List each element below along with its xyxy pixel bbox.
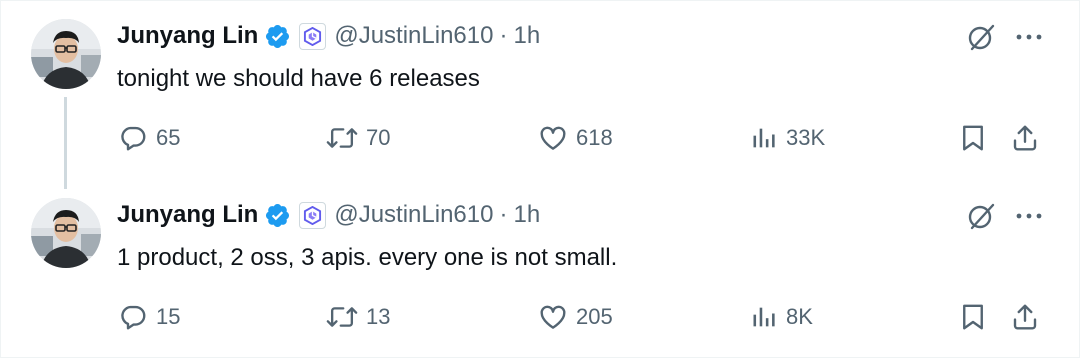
more-icon[interactable]	[1014, 203, 1044, 229]
retweet-count: 70	[366, 125, 391, 150]
views-button[interactable]: 33K	[750, 120, 825, 156]
like-button[interactable]: 618	[538, 120, 613, 156]
tweet-header: Junyang Lin @JustinLin610 · 1h	[117, 198, 540, 232]
tweet-actions: 65 70 618 33K	[0, 120, 1080, 156]
reply-icon	[121, 126, 146, 151]
tweet-text: tonight we should have 6 releases	[117, 65, 480, 92]
display-name[interactable]: Junyang Lin	[117, 22, 258, 50]
qwen-logo-icon[interactable]	[299, 201, 327, 229]
grok-icon[interactable]	[966, 22, 996, 52]
reply-button[interactable]: 65	[118, 120, 180, 156]
views-icon	[753, 128, 775, 148]
separator-dot: ·	[499, 201, 508, 228]
heart-icon	[540, 305, 566, 329]
qwen-logo-icon[interactable]	[299, 22, 327, 50]
reply-count: 65	[156, 125, 181, 150]
separator-dot: ·	[499, 22, 508, 49]
views-button[interactable]: 8K	[750, 299, 813, 335]
verified-badge-icon	[264, 23, 291, 50]
views-icon	[753, 307, 775, 327]
retweet-icon	[326, 128, 358, 148]
view-count: 33K	[786, 125, 826, 150]
timestamp[interactable]: 1h	[513, 201, 540, 229]
display-name[interactable]: Junyang Lin	[117, 201, 258, 229]
like-count: 205	[576, 304, 613, 329]
verified-badge-icon	[264, 202, 291, 229]
bookmark-button[interactable]	[958, 120, 988, 156]
grok-icon[interactable]	[966, 201, 996, 231]
like-count: 618	[576, 125, 613, 150]
tweet-header: Junyang Lin @JustinLin610 · 1h	[117, 19, 540, 53]
timestamp[interactable]: 1h	[513, 22, 540, 50]
reply-button[interactable]: 15	[118, 299, 180, 335]
retweet-count: 13	[366, 304, 391, 329]
like-button[interactable]: 205	[538, 299, 613, 335]
bookmark-icon	[963, 125, 983, 151]
bookmark-icon	[963, 304, 983, 330]
reply-count: 15	[156, 304, 181, 329]
heart-icon	[540, 126, 566, 150]
avatar[interactable]	[31, 198, 101, 268]
retweet-button[interactable]: 13	[326, 299, 390, 335]
handle[interactable]: @JustinLin610	[334, 201, 493, 229]
retweet-icon	[326, 307, 358, 327]
share-button[interactable]	[1010, 120, 1040, 156]
tweet-text: 1 product, 2 oss, 3 apis. every one is n…	[117, 244, 618, 271]
retweet-button[interactable]: 70	[326, 120, 390, 156]
tweet[interactable]: Junyang Lin @JustinLin610 · 1h	[0, 179, 1080, 358]
avatar[interactable]	[31, 19, 101, 89]
more-icon[interactable]	[1014, 24, 1044, 50]
tweet[interactable]: Junyang Lin @JustinLin610 · 1h	[0, 0, 1080, 189]
handle[interactable]: @JustinLin610	[334, 22, 493, 50]
reply-icon	[121, 305, 146, 330]
share-icon	[1013, 304, 1037, 330]
tweet-actions: 15 13 205 8K	[0, 299, 1080, 335]
share-icon	[1013, 125, 1037, 151]
bookmark-button[interactable]	[958, 299, 988, 335]
share-button[interactable]	[1010, 299, 1040, 335]
view-count: 8K	[786, 304, 813, 329]
